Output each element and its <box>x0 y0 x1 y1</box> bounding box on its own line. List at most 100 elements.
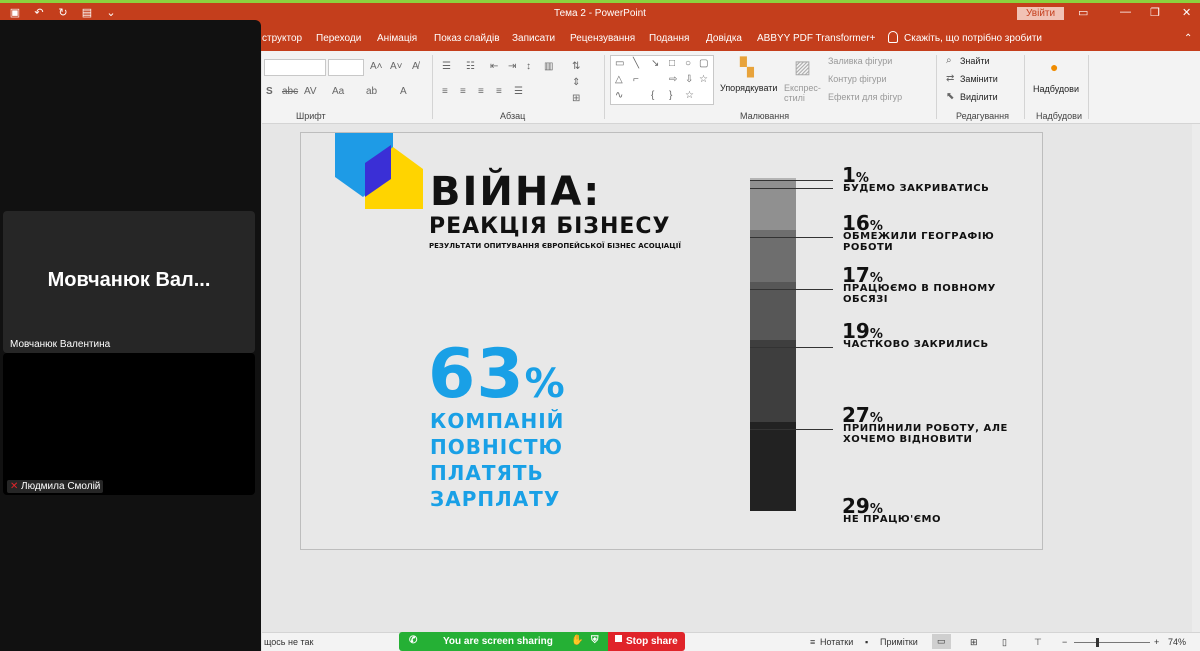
arrange-icon[interactable]: ▚ <box>740 57 754 78</box>
leader-line <box>750 179 833 181</box>
align-center-icon[interactable]: ≡ <box>460 86 466 97</box>
shape-outline-button[interactable]: Контур фігури <box>828 74 886 84</box>
textbox-shape-icon[interactable]: ▭ <box>615 58 624 69</box>
columns-icon[interactable]: ▥ <box>544 61 553 72</box>
group-label-addins: Надбудови <box>1036 111 1082 121</box>
tab-transitions[interactable]: Переходи <box>316 33 361 44</box>
quick-styles-button[interactable]: Експрес-стилі <box>784 83 824 103</box>
quick-styles-icon[interactable]: ▨ <box>794 57 811 78</box>
normal-view-icon[interactable]: ▭ <box>932 634 951 649</box>
ribbon-display-options-icon[interactable]: ▭ <box>1078 6 1088 19</box>
participant-name-text: Людмила Смолій <box>21 481 101 492</box>
decrease-indent-icon[interactable]: ⇤ <box>490 61 498 72</box>
distributed-icon[interactable]: ☰ <box>514 86 523 97</box>
stop-share-button[interactable]: Stop share <box>608 632 685 651</box>
zoom-slider-thumb[interactable] <box>1096 638 1099 647</box>
group-label-paragraph: Абзац <box>500 111 526 121</box>
tab-design[interactable]: структор <box>262 33 302 44</box>
increase-indent-icon[interactable]: ⇥ <box>508 61 516 72</box>
line-spacing-icon[interactable]: ↕ <box>526 61 531 72</box>
close-icon[interactable]: ✕ <box>1182 6 1191 19</box>
signin-button[interactable]: Увійти <box>1017 7 1065 20</box>
rectangle-shape-icon[interactable]: □ <box>669 58 675 69</box>
char-spacing-icon[interactable]: AV <box>304 86 317 97</box>
brace-right-shape-icon[interactable]: } <box>669 90 672 101</box>
video-tile-participant-1[interactable]: Мовчанюк Вал... Мовчанюк Валентина <box>3 211 255 353</box>
select-button[interactable]: Виділити <box>960 92 998 102</box>
justify-icon[interactable]: ≡ <box>496 86 502 97</box>
freeform-shape-icon[interactable]: ∿ <box>615 90 623 101</box>
notes-button[interactable]: Нотатки <box>820 637 853 647</box>
arrow-shape-icon[interactable]: ↘ <box>651 58 659 69</box>
zoom-level[interactable]: 74% <box>1168 637 1186 647</box>
video-tile-participant-2[interactable]: ✕ Людмила Смолій <box>3 353 255 495</box>
bullets-icon[interactable]: ☰ <box>442 61 451 72</box>
addins-button[interactable]: Надбудови <box>1033 84 1079 94</box>
tab-abbyy[interactable]: ABBYY PDF Transformer+ <box>757 33 875 44</box>
vertical-scrollbar[interactable] <box>1192 124 1200 632</box>
arrange-button[interactable]: Упорядкувати <box>720 83 777 93</box>
maximize-icon[interactable]: ❐ <box>1150 6 1160 19</box>
big-percentage-value: 63 <box>428 335 525 414</box>
stat-label: ПРИПИНИЛИ РОБОТУ, АЛЕ ХОЧЕМО ВІДНОВИТИ <box>843 423 1008 445</box>
line-shape-icon[interactable]: ╲ <box>633 58 639 69</box>
zoom-out-icon[interactable]: − <box>1062 637 1067 647</box>
ribbon-collapse-icon[interactable]: ⌃ <box>1184 33 1192 44</box>
rounded-rect-shape-icon[interactable]: ▢ <box>699 58 708 69</box>
star5-shape-icon[interactable]: ☆ <box>685 90 694 101</box>
addins-icon: ● <box>1050 59 1059 75</box>
strikethrough-icon[interactable]: abc <box>282 86 298 97</box>
slideshow-view-icon[interactable]: ⊤ <box>1034 637 1042 648</box>
font-size-field[interactable] <box>328 59 364 76</box>
star-shape-icon[interactable]: ☆ <box>699 74 708 85</box>
oval-shape-icon[interactable]: ○ <box>685 58 691 69</box>
shape-fill-button[interactable]: Заливка фігури <box>828 56 892 66</box>
comments-icon: ▪ <box>865 637 869 647</box>
bar-segment <box>750 281 796 340</box>
text-direction-icon[interactable]: ⇅ <box>572 61 580 72</box>
shadow-icon[interactable]: S <box>266 86 273 97</box>
brace-left-shape-icon[interactable]: { <box>651 90 654 101</box>
minimize-icon[interactable]: — <box>1120 6 1131 18</box>
align-left-icon[interactable]: ≡ <box>442 86 448 97</box>
tab-view[interactable]: Подання <box>649 33 689 44</box>
connector-shape-icon[interactable]: ⌐ <box>633 74 639 85</box>
align-text-icon[interactable]: ⇕ <box>572 77 580 88</box>
big-caption: КОМПАНІЙ ПОВНІСТЮ ПЛАТЯТЬ ЗАРПЛАТУ <box>430 408 564 512</box>
leader-line <box>750 429 833 431</box>
highlight-icon[interactable]: ab <box>366 86 377 97</box>
down-arrow-shape-icon[interactable]: ⇩ <box>685 74 693 85</box>
numbering-icon[interactable]: ☷ <box>466 61 475 72</box>
right-arrow-shape-icon[interactable]: ⇨ <box>669 74 677 85</box>
group-separator <box>1088 55 1089 119</box>
smartart-icon[interactable]: ⊞ <box>572 93 580 104</box>
change-case-icon[interactable]: Aa <box>332 86 344 97</box>
comments-button[interactable]: Примітки <box>880 637 918 647</box>
screen-sharing-pill[interactable]: ✆ You are screen sharing ✋ ⛨ <box>399 632 608 651</box>
zoom-slider[interactable] <box>1074 642 1150 643</box>
zoom-in-icon[interactable]: + <box>1154 637 1159 647</box>
shape-effects-button[interactable]: Ефекти для фігур <box>828 92 902 102</box>
security-shield-icon[interactable]: ⛨ <box>591 635 599 646</box>
slide-sorter-icon[interactable]: ⊞ <box>970 637 978 648</box>
find-button[interactable]: Знайти <box>960 56 990 66</box>
decrease-font-icon[interactable]: A˅ <box>390 61 403 72</box>
clear-format-icon[interactable]: A̸ <box>412 61 419 72</box>
tab-help[interactable]: Довідка <box>706 33 742 44</box>
tab-record[interactable]: Записати <box>512 33 555 44</box>
font-name-field[interactable] <box>264 59 326 76</box>
remote-control-icon[interactable]: ✋ <box>571 635 583 646</box>
tab-animations[interactable]: Анімація <box>377 33 417 44</box>
shapes-gallery[interactable]: ▭ ╲ ↘ □ ○ ▢ △ ⌐ ⇨ ⇩ ☆ ∿ { } ☆ <box>610 55 714 105</box>
tab-review[interactable]: Рецензування <box>570 33 635 44</box>
replace-button[interactable]: Замінити <box>960 74 998 84</box>
tab-slideshow[interactable]: Показ слайдів <box>434 33 500 44</box>
reading-view-icon[interactable]: ▯ <box>1002 637 1007 648</box>
align-right-icon[interactable]: ≡ <box>478 86 484 97</box>
slide[interactable]: ВІЙНА: РЕАКЦІЯ БІЗНЕСУ РЕЗУЛЬТАТИ ОПИТУВ… <box>300 132 1043 550</box>
triangle-shape-icon[interactable]: △ <box>615 74 623 85</box>
tell-me-search[interactable]: Скажіть, що потрібно зробити <box>904 33 1042 44</box>
font-color-icon[interactable]: A <box>400 86 407 97</box>
increase-font-icon[interactable]: A˄ <box>370 61 383 72</box>
ribbon: A˄ A˅ A̸ S abc AV Aa ab A Шрифт ☰ ☷ ⇤ ⇥ … <box>262 51 1200 124</box>
